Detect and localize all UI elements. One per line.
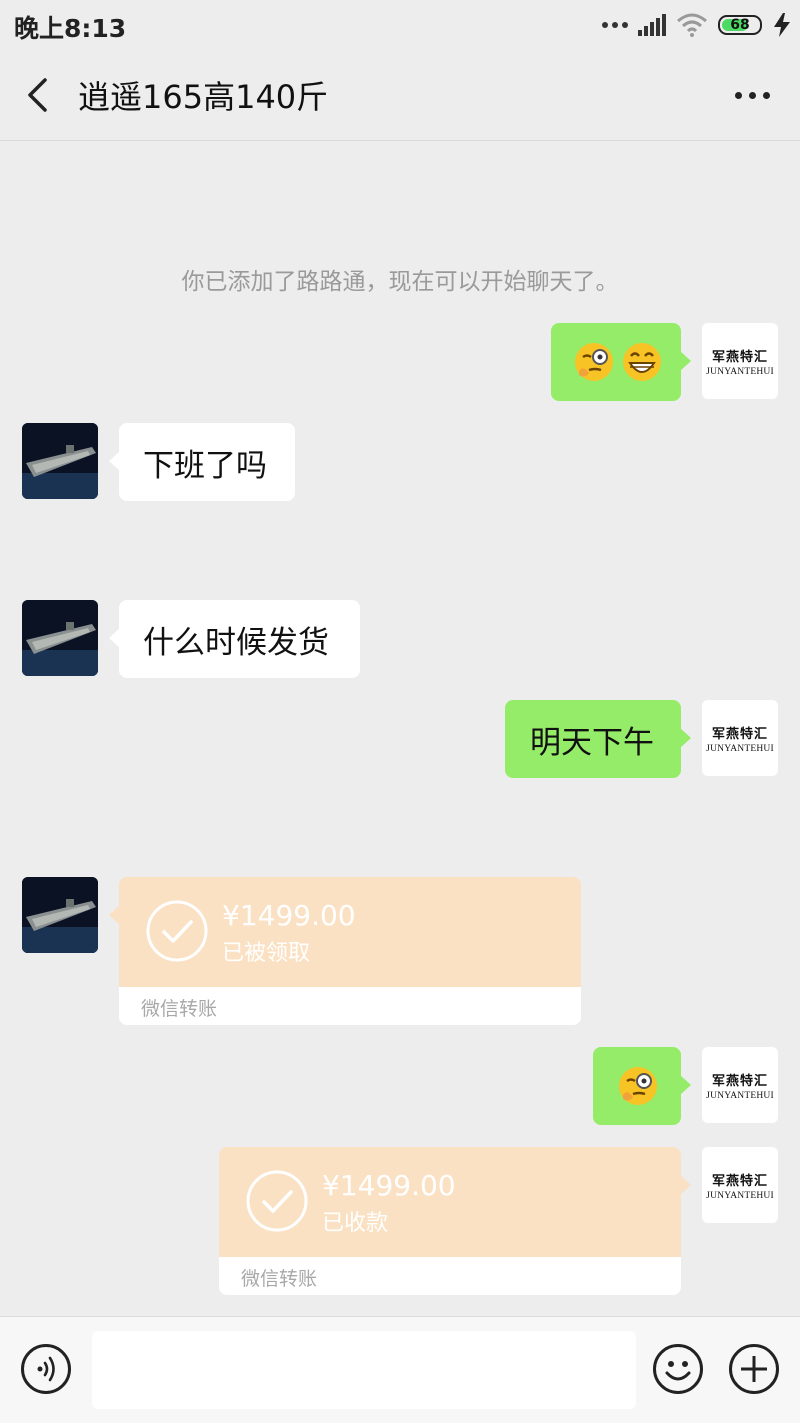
status-time: 晚上8:13 [14,14,127,43]
status-bar: 晚上8:13 68 [0,0,800,50]
battery-level: 68 [730,17,750,33]
transfer-amount: ¥1499.00 [222,899,356,932]
check-circle-icon [146,900,208,962]
cell-signal-icon [638,14,666,36]
my-avatar[interactable]: 军燕特汇 JUNYANTEHUI [702,1047,778,1123]
my-avatar[interactable]: 军燕特汇 JUNYANTEHUI [702,323,778,399]
grinning-face-emoji-icon [623,343,661,381]
my-avatar[interactable]: 军燕特汇 JUNYANTEHUI [702,700,778,776]
check-circle-icon [246,1170,308,1232]
plus-icon[interactable] [728,1343,780,1395]
thinking-face-emoji-icon [575,343,613,381]
transfer-amount: ¥1499.00 [322,1169,456,1202]
transfer-status: 已收款 [322,1211,389,1236]
aircraft-carrier-image [22,600,98,676]
message-text: 什么时候发货 [143,624,329,661]
charging-icon [774,13,790,37]
contact-avatar[interactable] [22,423,98,499]
contact-avatar[interactable] [22,600,98,676]
message-bubble-text[interactable]: 下班了吗 [109,423,295,501]
message-bubble-text[interactable]: 什么时候发货 [109,600,360,678]
message-bubble-text[interactable]: 明天下午 [505,700,691,778]
system-message: 你已添加了路路通，现在可以开始聊天了。 [181,269,619,295]
wifi-icon [677,13,707,37]
transfer-card[interactable]: ¥1499.00 已被领取 微信转账 [109,877,581,1025]
aircraft-carrier-image [22,423,98,499]
transfer-status: 已被领取 [222,941,311,966]
input-bar [0,1316,800,1423]
message-bubble-emoji[interactable] [593,1047,691,1125]
aircraft-carrier-image [22,877,98,953]
emoji-icon[interactable] [652,1343,704,1395]
transfer-label: 微信转账 [141,998,218,1020]
more-signal-dots-icon [602,22,628,28]
thinking-face-emoji-icon [619,1067,657,1105]
status-icons: 68 [602,10,792,40]
battery-icon: 68 [718,15,762,35]
back-arrow-icon[interactable] [20,72,60,118]
voice-input-icon[interactable] [20,1343,72,1395]
contact-avatar[interactable] [22,877,98,953]
message-input[interactable] [92,1331,636,1409]
my-avatar[interactable]: 军燕特汇 JUNYANTEHUI [702,1147,778,1223]
more-options-icon[interactable] [735,92,770,99]
transfer-card[interactable]: ¥1499.00 已收款 微信转账 [219,1147,691,1295]
chat-header: 逍遥165高140斤 [0,50,800,141]
transfer-label: 微信转账 [241,1268,318,1290]
message-text: 下班了吗 [143,447,267,484]
chat-title: 逍遥165高140斤 [78,78,329,116]
message-bubble-emoji[interactable] [551,323,691,401]
message-text: 明天下午 [530,724,654,761]
